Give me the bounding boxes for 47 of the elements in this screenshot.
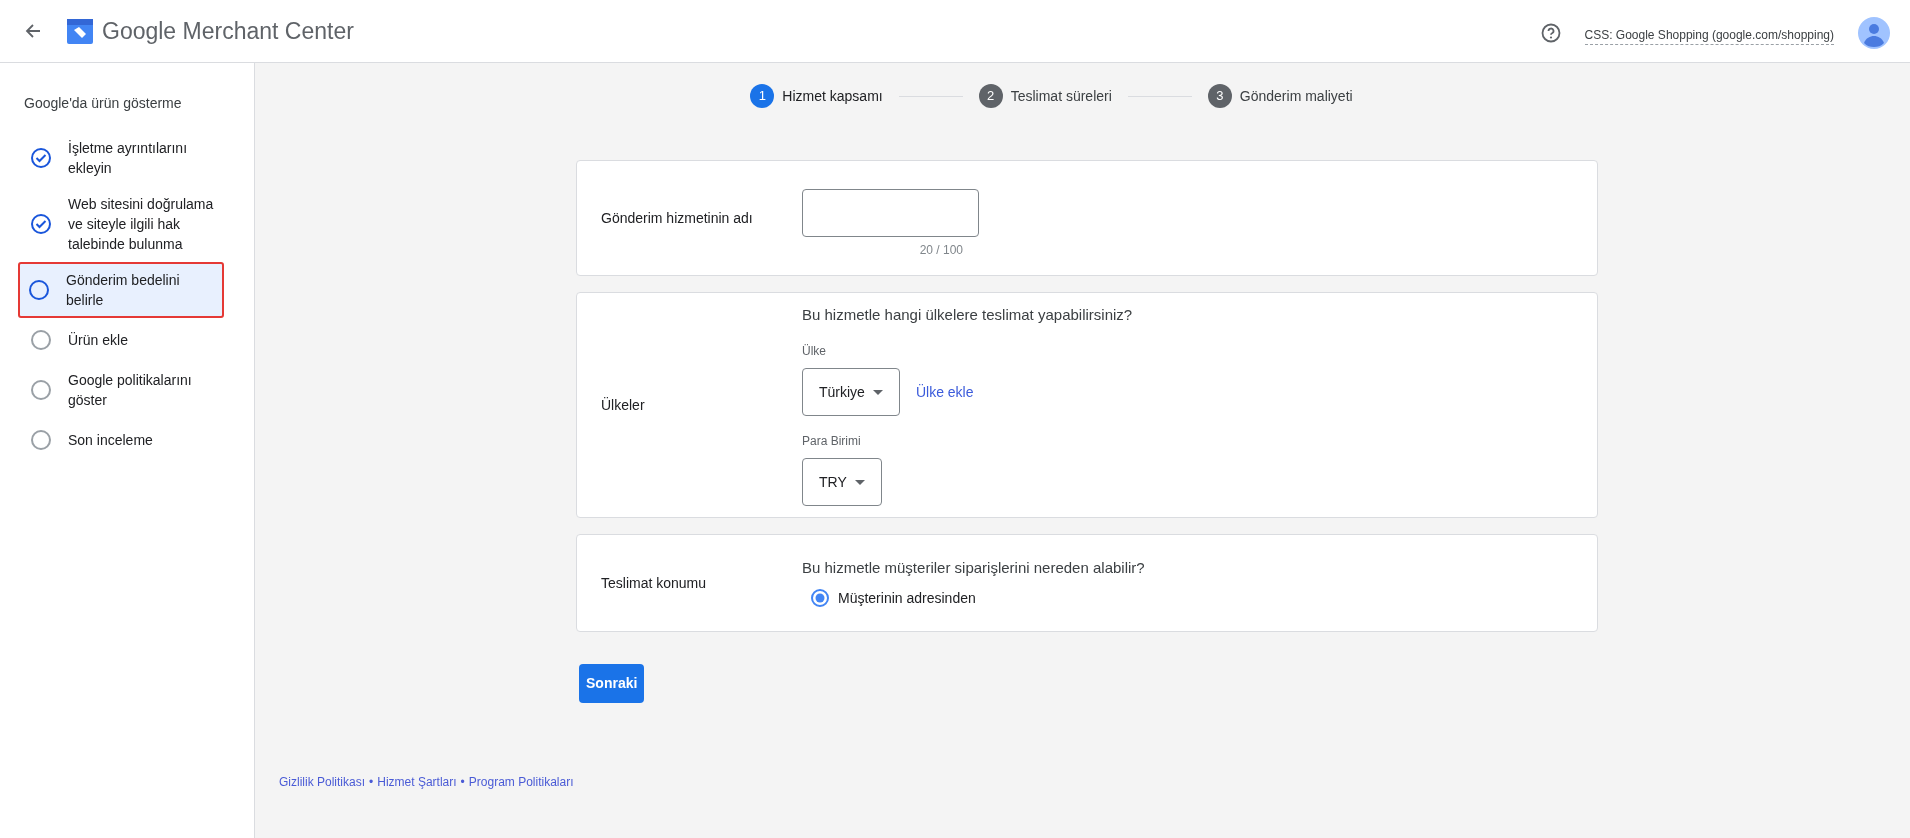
radio-button[interactable] — [810, 588, 830, 609]
field-label: Ülke — [802, 343, 827, 361]
avatar-icon[interactable] — [1858, 17, 1890, 49]
character-counter: 20 / 100 — [919, 242, 963, 259]
check-circle-icon — [30, 147, 52, 169]
help-icon[interactable] — [1540, 23, 1561, 43]
step-number: 3 — [1207, 84, 1232, 108]
back-arrow-icon[interactable] — [24, 22, 42, 40]
price-tag-logo-icon — [66, 17, 94, 45]
question-text: Bu hizmetle müşteriler siparişlerini nereden alabilir? — [802, 558, 1145, 579]
step-label[interactable]: Hizmet kapsamı — [782, 85, 883, 107]
field-label: Gönderim hizmetinin adı — [600, 208, 754, 228]
step-label[interactable]: Teslimat süreleri — [1010, 85, 1112, 107]
separator-dot: • — [460, 774, 465, 791]
step-number: 2 — [978, 84, 1003, 108]
field-label: Para Birimi — [802, 433, 862, 451]
text-input-field[interactable] — [802, 189, 979, 237]
caret-icon — [872, 389, 883, 395]
field-label: Ülkeler — [600, 395, 646, 415]
sidebar-item[interactable]: Web sitesini doğrulama ve siteyle ilgili hak talebinde bulunma — [6, 186, 246, 262]
option-label[interactable]: Müşterinin adresinden — [838, 587, 976, 609]
sidebar-title: Google'da ürün gösterme — [23, 94, 183, 113]
sidebar-item[interactable]: Gönderim bedelini belirle — [18, 262, 224, 318]
add-country-link[interactable]: Ülke ekle — [915, 381, 974, 403]
next-button[interactable]: Sonraki — [579, 664, 645, 703]
sidebar-item[interactable]: Ürün ekle — [6, 318, 246, 362]
circle-icon — [30, 429, 52, 451]
sidebar-item[interactable]: İşletme ayrıntılarını ekleyin — [6, 130, 246, 186]
caret-icon — [854, 479, 865, 485]
footer-link[interactable]: Gizlilik Politikası — [279, 773, 365, 791]
dropdown[interactable]: Türkiye — [802, 368, 900, 417]
separator-dot: • — [369, 774, 374, 791]
circle-icon — [28, 279, 50, 301]
step-number: 1 — [750, 84, 775, 108]
sidebar-item[interactable]: Son inceleme — [6, 418, 246, 462]
field-label: Teslimat konumu — [600, 573, 708, 593]
sidebar-item[interactable]: Google politikalarını göster — [6, 362, 246, 418]
footer-link[interactable]: Program Politikaları — [468, 773, 574, 791]
check-circle-icon — [30, 213, 52, 235]
dropdown[interactable]: TRY — [802, 458, 882, 507]
product-name: Google Merchant Center — [102, 16, 354, 46]
step-label[interactable]: Gönderim maliyeti — [1239, 85, 1353, 107]
css-provider-link[interactable]: CSS: Google Shopping (google.com/shopping) — [1584, 26, 1834, 45]
circle-icon — [30, 379, 52, 401]
circle-icon — [30, 329, 52, 351]
footer-link[interactable]: Hizmet Şartları — [377, 773, 457, 791]
question-text: Bu hizmetle hangi ülkelere teslimat yapabilirsiniz? — [802, 304, 1133, 325]
